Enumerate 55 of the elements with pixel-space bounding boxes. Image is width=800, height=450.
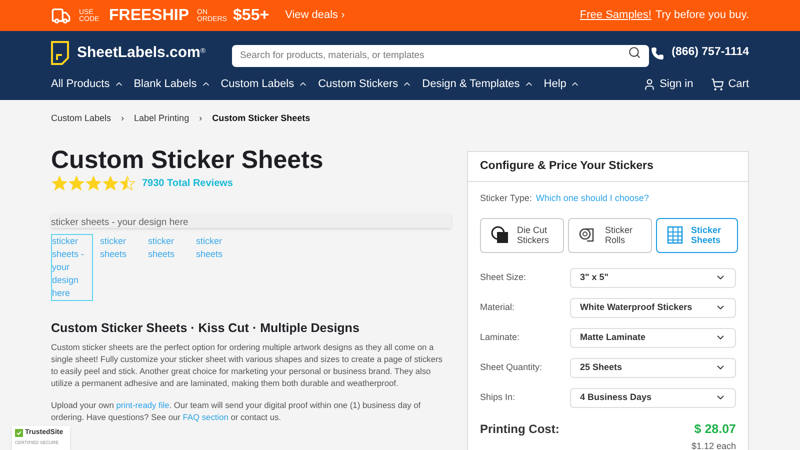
promo-code: FREESHIP bbox=[109, 6, 190, 26]
search-field[interactable]: Search for products, materials, or templates bbox=[232, 44, 649, 66]
option-label: Ships In: bbox=[480, 390, 516, 404]
upload-paragraph: Upload your own print-ready file. Our team will send your digital proof within one (1) business day of ordering. Have questions? See our FAQ section or contact us. bbox=[51, 399, 422, 424]
option-label: Sheet Quantity: bbox=[480, 360, 544, 374]
nav-item[interactable]: Help bbox=[544, 76, 580, 92]
breadcrumb-separator: › bbox=[121, 112, 124, 125]
price: $ 28.07 bbox=[694, 420, 736, 438]
sign-in-link[interactable]: Sign in bbox=[642, 76, 694, 92]
nav-item[interactable]: Blank Labels bbox=[134, 76, 211, 92]
user-icon bbox=[642, 78, 656, 91]
sticker-icon bbox=[491, 226, 509, 244]
unit-price: $1.12 each bbox=[690, 440, 736, 450]
option-label: Material: bbox=[480, 300, 516, 314]
nav-item[interactable]: Custom Stickers bbox=[318, 76, 412, 92]
truck-icon bbox=[51, 6, 71, 26]
image-alt-text: sticker sheets - your design here bbox=[51, 216, 188, 228]
star-icon bbox=[51, 174, 68, 192]
star-icon bbox=[119, 174, 136, 192]
check-icon bbox=[15, 429, 23, 438]
breadcrumb-separator: › bbox=[199, 112, 202, 125]
breadcrumb-link[interactable]: Custom Labels bbox=[51, 112, 112, 126]
product-title: Custom Sticker Sheets bbox=[51, 144, 324, 174]
option-dropdown[interactable]: White Waterproof Stickers bbox=[570, 298, 736, 318]
option-dropdown[interactable]: 4 Business Days bbox=[570, 388, 736, 408]
promo-amount: $55+ bbox=[233, 6, 270, 26]
star-icon bbox=[102, 174, 119, 192]
sticker-type-option[interactable]: Die Cut Stickers bbox=[480, 218, 564, 252]
logo-icon bbox=[51, 41, 69, 65]
star-icon bbox=[85, 174, 102, 192]
cart-link[interactable]: Cart bbox=[711, 76, 749, 92]
breadcrumb-link[interactable]: Label Printing bbox=[134, 112, 190, 126]
cart-icon bbox=[711, 78, 724, 91]
search-icon[interactable] bbox=[628, 46, 641, 59]
nav-item[interactable]: All Products bbox=[51, 76, 124, 92]
star-icon bbox=[68, 174, 85, 192]
logo-text[interactable]: SheetLabels.com$^{®}$ bbox=[77, 42, 209, 64]
option-dropdown[interactable]: 25 Sheets bbox=[570, 358, 736, 378]
phone-icon bbox=[650, 46, 664, 60]
samples-text: Try before you buy. bbox=[655, 8, 749, 24]
sticker-type-label: Sticker Type: bbox=[480, 192, 532, 205]
option-label: Sheet Size: bbox=[480, 270, 528, 284]
nav-item[interactable]: Design & Templates bbox=[422, 76, 534, 92]
sticker-type-option[interactable]: Sticker Rolls bbox=[568, 218, 652, 252]
phone-number: (866) 757-1114 bbox=[672, 45, 749, 60]
section-heading: Custom Sticker Sheets · Kiss Cut · Multiple Designs bbox=[51, 320, 360, 337]
breadcrumb-current: Custom Sticker Sheets bbox=[212, 112, 310, 125]
printing-cost-label: Printing Cost: bbox=[480, 420, 560, 438]
description-paragraph: Custom sticker sheets are the perfect option for ordering multiple artwork designs as they all come on a single sheet! Fully customize your sticker sheet with various shapes and sizes to create a page of stickers to easily peel and stick. Another great choice for marketing your personal or business brand. They also utilize a permanent adhesive and are laminated, making them both durable and weatherproof. bbox=[51, 341, 444, 390]
option-dropdown[interactable]: 3" x 5" bbox=[570, 268, 736, 288]
nav-item[interactable]: Custom Labels bbox=[220, 76, 308, 92]
option-label: Laminate: bbox=[480, 330, 521, 344]
grid-icon bbox=[667, 226, 683, 244]
option-dropdown[interactable]: Matte Laminate bbox=[570, 328, 736, 348]
panel-title: Configure & Price Your Stickers bbox=[468, 152, 748, 182]
